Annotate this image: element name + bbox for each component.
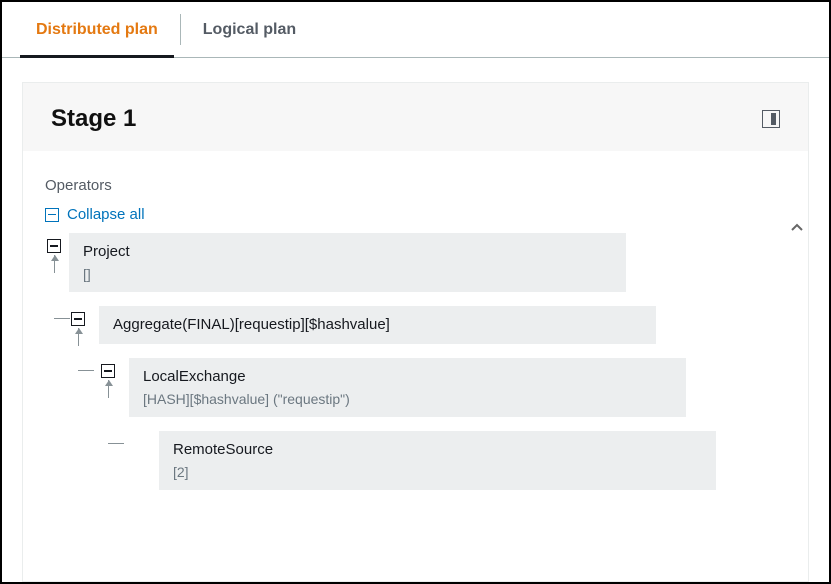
query-plan-panel: Distributed plan Logical plan Stage 1 Op… — [0, 0, 831, 584]
collapse-all-row: Collapse all — [45, 206, 786, 223]
tab-label: Distributed plan — [36, 21, 158, 39]
tab-distributed-plan[interactable]: Distributed plan — [20, 2, 174, 57]
tree-node: LocalExchange [HASH][$hashvalue] ("reque… — [45, 358, 786, 417]
collapse-all-link[interactable]: Collapse all — [67, 206, 145, 223]
scroll-up-button[interactable] — [788, 211, 806, 245]
operator-box[interactable]: RemoteSource [2] — [159, 431, 716, 490]
operator-title: Aggregate(FINAL)[requestip][$hashvalue] — [113, 316, 642, 333]
tree-line — [108, 443, 124, 444]
collapse-all-icon[interactable] — [45, 208, 59, 222]
collapse-node-icon[interactable] — [47, 239, 61, 253]
stage-title: Stage 1 — [51, 105, 136, 133]
operator-subtitle: [] — [83, 266, 612, 282]
stage-body: Operators Collapse all Project [] — [22, 151, 809, 582]
operator-box[interactable]: Aggregate(FINAL)[requestip][$hashvalue] — [99, 306, 656, 344]
tree-node: RemoteSource [2] — [45, 431, 786, 490]
operator-title: Project — [83, 243, 612, 260]
stage-header: Stage 1 — [22, 82, 809, 151]
collapse-node-icon[interactable] — [101, 364, 115, 378]
operator-title: LocalExchange — [143, 368, 672, 385]
collapse-node-icon[interactable] — [71, 312, 85, 326]
operators-heading: Operators — [45, 177, 786, 194]
tab-logical-plan[interactable]: Logical plan — [187, 2, 312, 57]
tree-node: Aggregate(FINAL)[requestip][$hashvalue] — [45, 306, 786, 344]
operator-subtitle: [HASH][$hashvalue] ("requestip") — [143, 391, 672, 407]
tab-separator — [180, 14, 181, 45]
tree-line — [78, 370, 94, 371]
operator-title: RemoteSource — [173, 441, 702, 458]
operator-box[interactable]: Project [] — [69, 233, 626, 292]
operator-tree: Project [] Aggregate(FINAL)[requestip][$… — [45, 233, 786, 490]
tree-arrow-icon — [51, 255, 59, 261]
tree-line — [54, 318, 70, 319]
side-panel-toggle-icon[interactable] — [762, 110, 780, 128]
tree-arrow-icon — [75, 328, 83, 334]
tab-bar: Distributed plan Logical plan — [2, 2, 829, 58]
tree-arrow-icon — [105, 380, 113, 386]
tree-node: Project [] — [45, 233, 786, 292]
tab-label: Logical plan — [203, 21, 296, 39]
chevron-up-icon — [790, 221, 804, 235]
operator-subtitle: [2] — [173, 464, 702, 480]
operator-box[interactable]: LocalExchange [HASH][$hashvalue] ("reque… — [129, 358, 686, 417]
